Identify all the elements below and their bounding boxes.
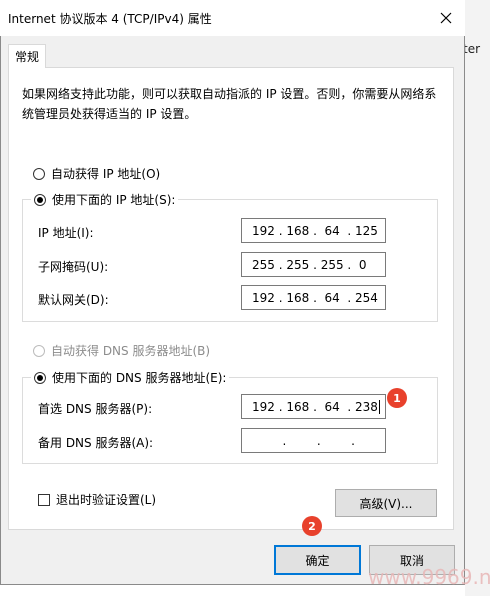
description-text: 如果网络支持此功能，则可以获取自动指派的 IP 设置。否则，你需要从网络系统管理… bbox=[22, 87, 437, 121]
ok-button[interactable]: 确定 bbox=[274, 545, 361, 575]
dialog-title: Internet 协议版本 4 (TCP/IPv4) 属性 bbox=[8, 12, 212, 26]
preferred-dns-label: 首选 DNS 服务器(P): bbox=[38, 402, 153, 416]
radio-auto-ip-indicator bbox=[33, 167, 45, 180]
background-window bbox=[465, 0, 490, 596]
validate-on-exit-checkbox[interactable]: 退出时验证设置(L) bbox=[38, 491, 156, 508]
subnet-mask-value: 255 . 255 . 255 . 0 bbox=[252, 257, 367, 272]
tab-general[interactable]: 常规 bbox=[8, 44, 46, 68]
watermark: www.9969.net bbox=[368, 565, 490, 589]
advanced-button[interactable]: 高级(V)... bbox=[335, 489, 437, 517]
preferred-dns-value: 192 . 168 . 64 . 238 bbox=[252, 399, 378, 414]
default-gateway-field[interactable]: 192 . 168 . 64 . 254 bbox=[241, 285, 386, 310]
annotation-badge-2: 2 bbox=[302, 516, 322, 536]
text-caret bbox=[378, 399, 380, 414]
subnet-mask-label: 子网掩码(U): bbox=[38, 260, 109, 274]
annotation-badge-1: 1 bbox=[387, 388, 407, 408]
radio-auto-ip-label: 自动获得 IP 地址(O) bbox=[51, 167, 161, 181]
ip-address-label: IP 地址(I): bbox=[38, 226, 94, 240]
close-icon bbox=[440, 12, 452, 24]
radio-auto-dns[interactable]: 自动获得 DNS 服务器地址(B) bbox=[33, 342, 210, 359]
subnet-mask-field[interactable]: 255 . 255 . 255 . 0 bbox=[241, 252, 386, 277]
ip-address-value: 192 . 168 . 64 . 125 bbox=[252, 223, 378, 238]
validate-on-exit-label: 退出时验证设置(L) bbox=[56, 493, 157, 507]
radio-manual-dns[interactable]: 使用下面的 DNS 服务器地址(E): bbox=[31, 369, 230, 386]
radio-manual-dns-indicator bbox=[34, 371, 46, 384]
radio-auto-dns-label: 自动获得 DNS 服务器地址(B) bbox=[51, 344, 211, 358]
default-gateway-label: 默认网关(D): bbox=[38, 293, 109, 307]
background-window-text: ter bbox=[463, 42, 481, 56]
preferred-dns-field[interactable]: 192 . 168 . 64 . 238 bbox=[241, 394, 386, 419]
radio-manual-ip-indicator bbox=[34, 193, 46, 206]
alternate-dns-field[interactable]: . . . bbox=[241, 428, 386, 453]
radio-auto-ip[interactable]: 自动获得 IP 地址(O) bbox=[33, 165, 160, 182]
radio-manual-dns-label: 使用下面的 DNS 服务器地址(E): bbox=[52, 371, 227, 385]
radio-manual-ip-label: 使用下面的 IP 地址(S): bbox=[52, 193, 176, 207]
validate-on-exit-box bbox=[38, 493, 50, 506]
radio-manual-ip[interactable]: 使用下面的 IP 地址(S): bbox=[31, 191, 179, 208]
ip-address-field[interactable]: 192 . 168 . 64 . 125 bbox=[241, 218, 386, 243]
radio-auto-dns-indicator bbox=[33, 344, 45, 357]
default-gateway-value: 192 . 168 . 64 . 254 bbox=[252, 290, 378, 305]
alternate-dns-label: 备用 DNS 服务器(A): bbox=[38, 436, 154, 450]
alternate-dns-value: . . . bbox=[252, 433, 355, 448]
close-button[interactable] bbox=[432, 4, 460, 32]
